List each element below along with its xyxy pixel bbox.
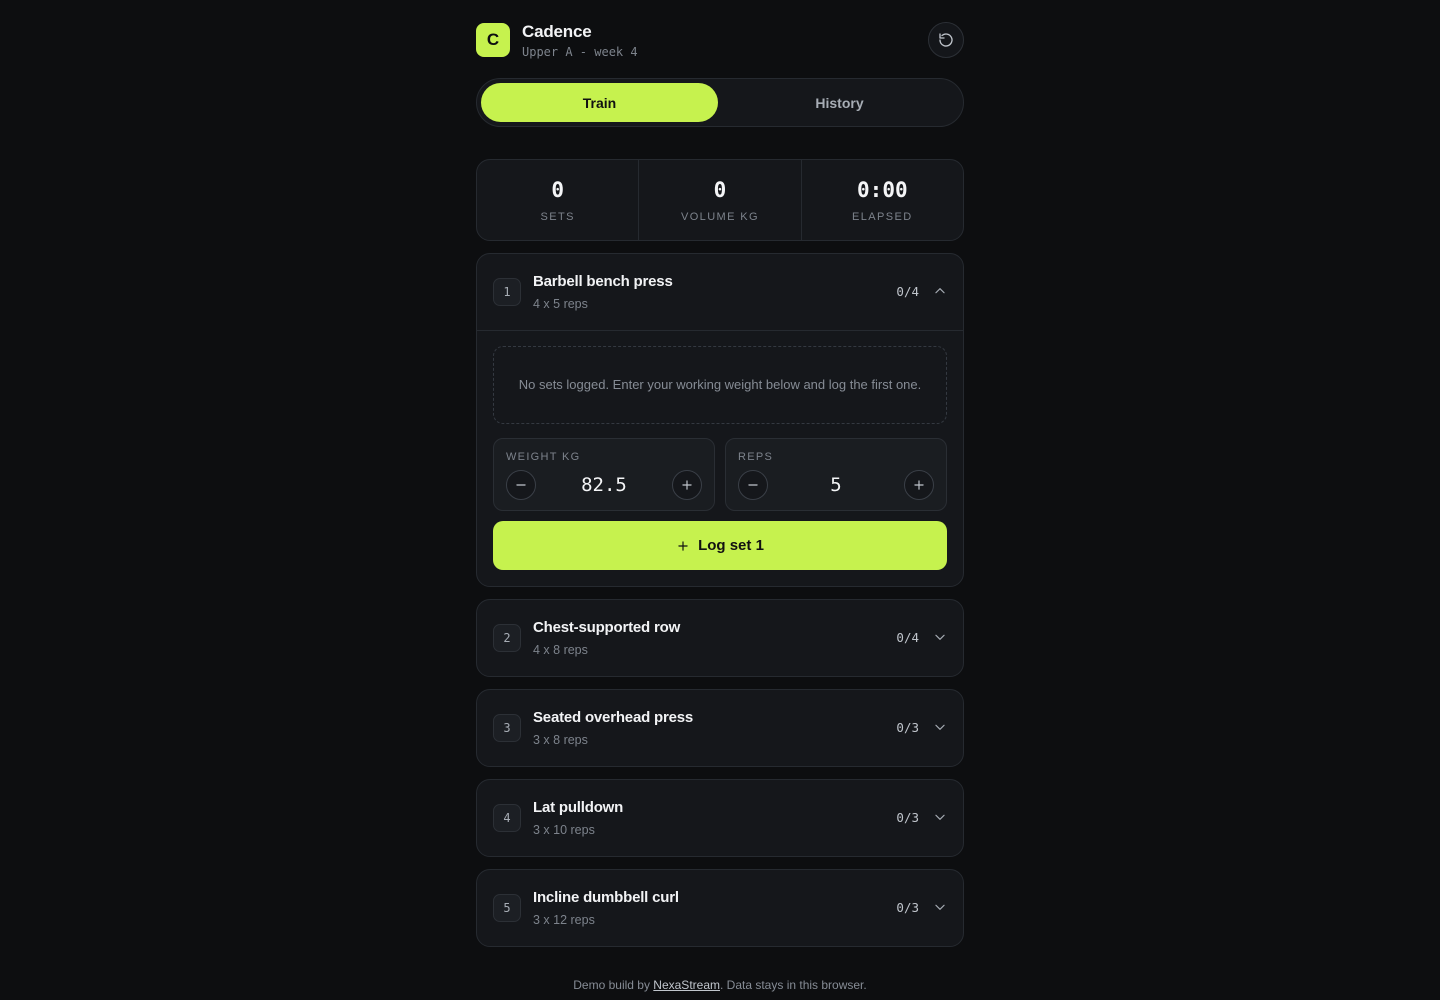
plus-icon — [678, 540, 688, 551]
log-set-button[interactable]: Log set 1 — [493, 521, 947, 570]
app-logo: C — [476, 23, 510, 57]
plus-icon — [682, 480, 692, 490]
exercise-number: 3 — [493, 714, 521, 742]
plus-icon — [914, 480, 924, 490]
exercise-progress: 0/3 — [896, 720, 919, 735]
stat-value: 0 — [551, 178, 564, 202]
footer-suffix: . Data stays in this browser. — [720, 978, 867, 992]
minus-icon — [516, 484, 526, 486]
weight-label: WEIGHT KG — [506, 451, 581, 463]
stat-elapsed: 0:00 ELAPSED — [800, 160, 963, 240]
stat-sets: 0 SETS — [477, 160, 638, 240]
stat-label: SETS — [540, 211, 575, 223]
reset-icon — [939, 33, 953, 47]
exercise-scheme: 4 x 8 reps — [533, 643, 588, 657]
exercise-progress: 0/3 — [896, 810, 919, 825]
exercise-scheme: 3 x 8 reps — [533, 733, 588, 747]
chevron-down-icon — [935, 904, 945, 910]
chevron-up-icon — [935, 288, 945, 294]
reps-value[interactable]: 5 — [776, 474, 896, 496]
log-set-label: Log set 1 — [698, 537, 764, 554]
exercise-progress: 0/3 — [896, 900, 919, 915]
exercise-body: No sets logged. Enter your working weigh… — [477, 330, 963, 586]
exercise-header[interactable]: 1 Barbell bench press 4 x 5 reps 0/4 — [477, 254, 963, 330]
app-header: C Cadence Upper A - week 4 — [476, 22, 964, 59]
weight-value[interactable]: 82.5 — [544, 474, 664, 496]
reps-decrease-button[interactable] — [738, 470, 768, 500]
exercise-card: 5 Incline dumbbell curl 3 x 12 reps 0/3 — [476, 869, 964, 947]
exercise-header[interactable]: 4 Lat pulldown 3 x 10 reps 0/3 — [477, 780, 963, 856]
weight-increase-button[interactable] — [672, 470, 702, 500]
chevron-down-icon — [935, 724, 945, 730]
reset-button[interactable] — [928, 22, 964, 58]
chevron-down-icon — [935, 814, 945, 820]
exercise-name: Barbell bench press — [533, 273, 673, 290]
exercise-scheme: 4 x 5 reps — [533, 297, 588, 311]
exercise-card: 1 Barbell bench press 4 x 5 reps 0/4 No … — [476, 253, 964, 587]
exercise-progress: 0/4 — [896, 284, 919, 299]
stat-label: ELAPSED — [852, 211, 913, 223]
logo-letter: C — [486, 30, 500, 49]
exercise-header[interactable]: 5 Incline dumbbell curl 3 x 12 reps 0/3 — [477, 870, 963, 946]
exercise-progress: 0/4 — [896, 630, 919, 645]
reps-stepper: REPS 5 — [725, 438, 947, 511]
exercise-scheme: 3 x 10 reps — [533, 823, 595, 837]
stat-volume: 0 VOLUME KG — [638, 160, 800, 240]
footer-prefix: Demo build by — [573, 978, 654, 992]
view-tabs: Train History — [476, 78, 964, 127]
tab-history[interactable]: History — [721, 83, 958, 122]
weight-decrease-button[interactable] — [506, 470, 536, 500]
weight-stepper: WEIGHT KG 82.5 — [493, 438, 715, 511]
app-container: C Cadence Upper A - week 4 Train History… — [476, 0, 964, 1000]
empty-sets-message: No sets logged. Enter your working weigh… — [493, 346, 947, 424]
exercise-number: 4 — [493, 804, 521, 832]
exercise-card: 3 Seated overhead press 3 x 8 reps 0/3 — [476, 689, 964, 767]
reps-increase-button[interactable] — [904, 470, 934, 500]
exercise-header[interactable]: 2 Chest-supported row 4 x 8 reps 0/4 — [477, 600, 963, 676]
session-stats: 0 SETS 0 VOLUME KG 0:00 ELAPSED — [476, 159, 964, 241]
exercise-name: Seated overhead press — [533, 709, 694, 726]
stat-label: VOLUME KG — [680, 211, 759, 223]
tab-train[interactable]: Train — [481, 83, 718, 122]
app-title: Cadence — [522, 22, 592, 41]
exercise-number: 5 — [493, 894, 521, 922]
exercise-card: 2 Chest-supported row 4 x 8 reps 0/4 — [476, 599, 964, 677]
exercise-name: Lat pulldown — [533, 799, 624, 816]
chevron-down-icon — [935, 634, 945, 640]
exercise-name: Chest-supported row — [533, 619, 681, 636]
footer: Demo build by NexaStream. Data stays in … — [476, 978, 964, 992]
exercise-header[interactable]: 3 Seated overhead press 3 x 8 reps 0/3 — [477, 690, 963, 766]
footer-link[interactable]: NexaStream — [653, 978, 720, 992]
stat-value: 0 — [713, 178, 727, 202]
workout-subtitle: Upper A - week 4 — [522, 45, 638, 59]
exercise-name: Incline dumbbell curl — [533, 889, 679, 906]
exercise-card: 4 Lat pulldown 3 x 10 reps 0/3 — [476, 779, 964, 857]
exercise-number: 1 — [493, 278, 521, 306]
exercise-scheme: 3 x 12 reps — [533, 913, 595, 927]
exercise-number: 2 — [493, 624, 521, 652]
minus-icon — [748, 484, 758, 486]
stat-value: 0:00 — [857, 178, 908, 202]
reps-label: REPS — [738, 451, 774, 463]
